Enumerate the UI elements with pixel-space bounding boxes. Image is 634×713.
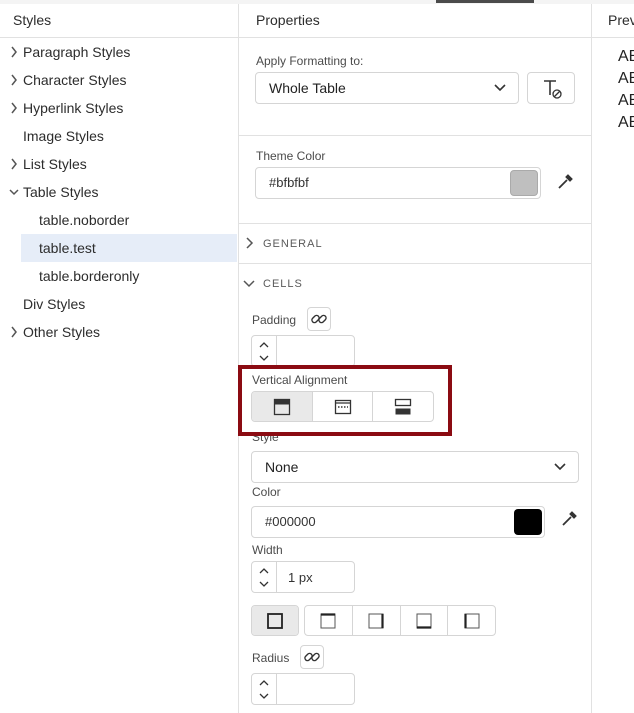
styles-panel-title: Styles <box>0 4 238 38</box>
divider <box>239 135 591 136</box>
radius-link-button[interactable] <box>300 645 324 669</box>
stepper-arrows-icon[interactable] <box>252 674 276 705</box>
properties-panel-title: Properties <box>239 4 591 38</box>
tree-item-label: Character Styles <box>23 72 127 88</box>
cells-section-header[interactable]: CELLS <box>239 264 591 302</box>
tree-item-table-noborder[interactable]: table.noborder <box>0 206 238 234</box>
apply-formatting-value: Whole Table <box>269 80 346 96</box>
tree-item-label: Table Styles <box>23 184 99 200</box>
border-top-icon <box>320 612 336 628</box>
cells-section-title: CELLS <box>263 278 303 290</box>
chevron-down-icon <box>243 280 255 288</box>
tree-item-label: List Styles <box>23 156 87 172</box>
preview-text-line: AB <box>618 48 634 65</box>
link-icon <box>311 314 327 324</box>
border-width-value: 1 px <box>288 570 313 585</box>
chevron-down-icon <box>494 84 506 92</box>
chevron-right-icon[interactable] <box>9 318 19 346</box>
tree-item-other-styles[interactable]: Other Styles <box>0 318 238 346</box>
stepper-arrows-icon[interactable] <box>252 562 276 593</box>
radius-input[interactable] <box>251 673 355 705</box>
stepper-arrows-icon[interactable] <box>252 336 276 367</box>
padding-input[interactable] <box>251 335 355 367</box>
padding-link-button[interactable] <box>307 307 331 331</box>
border-color-swatch[interactable] <box>514 509 542 535</box>
general-section-header[interactable]: GENERAL <box>239 224 591 262</box>
apply-formatting-select[interactable]: Whole Table <box>255 72 519 104</box>
theme-color-label: Theme Color <box>256 149 326 163</box>
tree-item-table-styles[interactable]: Table Styles <box>0 178 238 206</box>
tree-item-hyperlink-styles[interactable]: Hyperlink Styles <box>0 94 238 122</box>
tree-item-label: table.borderonly <box>39 268 140 284</box>
tree-item-image-styles[interactable]: Image Styles <box>0 122 238 150</box>
chevron-right-icon[interactable] <box>9 150 19 178</box>
chevron-down-icon <box>554 463 566 471</box>
chevron-down-icon[interactable] <box>9 178 19 206</box>
tree-item-div-styles[interactable]: Div Styles <box>0 290 238 318</box>
properties-panel: Properties Apply Formatting to: Whole Ta… <box>239 4 592 713</box>
border-right-button[interactable] <box>351 606 400 635</box>
tree-item-label: Image Styles <box>23 128 104 144</box>
preview-text-line: AB <box>618 70 634 87</box>
chevron-right-icon <box>246 237 254 249</box>
tree-item-label: Other Styles <box>23 324 101 340</box>
border-bottom-icon <box>416 613 432 629</box>
tree-item-label: Paragraph Styles <box>23 44 131 60</box>
tree-item-paragraph-styles[interactable]: Paragraph Styles <box>0 38 238 66</box>
tree-item-list-styles[interactable]: List Styles <box>0 150 238 178</box>
tree-item-table-borderonly[interactable]: table.borderonly <box>0 262 238 290</box>
preview-panel-title: Preview <box>592 4 634 38</box>
clear-formatting-icon <box>544 80 562 99</box>
tree-item-label: table.test <box>39 240 96 256</box>
general-section-title: GENERAL <box>263 238 323 250</box>
preview-text-line: AB <box>618 114 634 131</box>
border-color-value: #000000 <box>265 514 316 529</box>
eyedropper-icon[interactable] <box>559 509 579 529</box>
tree-item-label: Div Styles <box>23 296 86 312</box>
border-style-select[interactable]: None <box>251 451 579 483</box>
color-label: Color <box>252 485 281 499</box>
apply-formatting-label: Apply Formatting to: <box>256 54 364 68</box>
preview-panel: Preview AB AB AB AB <box>592 4 634 713</box>
link-icon <box>304 652 320 662</box>
preview-text-line: AB <box>618 92 634 109</box>
highlight-annotation <box>238 365 452 436</box>
chevron-right-icon[interactable] <box>9 38 19 66</box>
styles-panel: Styles Paragraph Styles Character Styles… <box>0 4 239 713</box>
tree-item-table-test[interactable]: table.test <box>21 234 237 262</box>
border-all-group <box>251 605 299 636</box>
tree-item-label: table.noborder <box>39 212 130 228</box>
border-right-icon <box>368 613 384 628</box>
border-left-icon <box>464 613 480 628</box>
tree-item-label: Hyperlink Styles <box>23 100 124 116</box>
border-bottom-button[interactable] <box>399 606 448 635</box>
border-sides-group <box>304 605 496 636</box>
border-left-button[interactable] <box>447 606 495 635</box>
border-all-button[interactable] <box>252 606 298 635</box>
active-tab-indicator <box>436 0 534 3</box>
chevron-right-icon[interactable] <box>9 66 19 94</box>
theme-color-field[interactable]: #bfbfbf <box>255 167 541 199</box>
border-width-input[interactable]: 1 px <box>251 561 355 593</box>
chevron-right-icon[interactable] <box>9 94 19 122</box>
padding-label: Padding <box>252 313 297 327</box>
border-color-field[interactable]: #000000 <box>251 506 545 538</box>
theme-color-swatch[interactable] <box>510 170 538 196</box>
eyedropper-icon[interactable] <box>555 172 575 192</box>
tree-item-character-styles[interactable]: Character Styles <box>0 66 238 94</box>
clear-formatting-button[interactable] <box>527 72 575 104</box>
theme-color-value: #bfbfbf <box>269 175 309 190</box>
width-label: Width <box>252 543 283 557</box>
radius-label: Radius <box>252 651 290 665</box>
border-style-value: None <box>265 459 299 475</box>
border-all-icon <box>267 612 283 629</box>
border-top-button[interactable] <box>305 606 352 635</box>
